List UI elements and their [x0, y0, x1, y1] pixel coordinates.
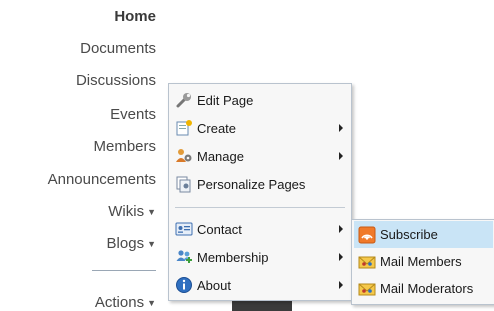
menu-item-mail-members[interactable]: Mail Members — [354, 248, 493, 275]
menu-item-subscribe[interactable]: Subscribe — [354, 221, 493, 248]
menu-item-label: Edit Page — [197, 92, 254, 108]
contact-card-icon — [175, 222, 193, 236]
nav-label: Events — [110, 106, 156, 123]
create-page-icon — [176, 120, 192, 136]
nav-item-members[interactable]: Members — [93, 138, 156, 155]
info-icon — [176, 277, 192, 293]
personalize-pages-icon — [176, 176, 191, 193]
nav-label: Actions — [94, 294, 145, 311]
nav-label: Wikis — [108, 203, 145, 220]
nav-label: Announcements — [47, 171, 156, 188]
menu-item-label: Mail Members — [380, 254, 462, 269]
nav-label: Blogs — [106, 235, 145, 252]
chevron-right-icon — [339, 225, 343, 233]
nav-label: Members — [93, 138, 156, 155]
menu-item-label: Create — [197, 120, 237, 136]
menu-item-edit-page[interactable]: Edit Page — [171, 87, 349, 113]
chevron-down-icon: ▼ — [147, 238, 156, 249]
envelope-icon — [358, 283, 376, 295]
nav-divider — [92, 270, 156, 271]
chevron-down-icon: ▼ — [147, 297, 156, 308]
menu-item-contact[interactable]: Contact — [171, 216, 349, 242]
nav-item-actions[interactable]: Actions ▼ — [95, 294, 156, 311]
menu-item-label: Contact — [197, 221, 242, 237]
chevron-right-icon — [339, 281, 343, 289]
menu-item-label: Subscribe — [380, 227, 438, 242]
chevron-right-icon — [339, 152, 343, 160]
rss-feed-icon — [358, 226, 376, 243]
menu-item-create[interactable]: Create — [171, 115, 349, 141]
nav-item-events[interactable]: Events — [110, 106, 156, 123]
menu-item-manage[interactable]: Manage — [171, 143, 349, 169]
contact-submenu: Subscribe Mail Members Mail Moderators — [351, 219, 494, 305]
envelope-icon — [358, 256, 376, 268]
nav-item-wikis[interactable]: Wikis ▼ — [108, 203, 156, 220]
menu-item-personalize-pages[interactable]: Personalize Pages — [171, 171, 349, 197]
nav-label: Home — [114, 8, 156, 25]
manage-users-icon — [176, 149, 192, 162]
nav-item-discussions[interactable]: Discussions — [76, 72, 156, 89]
menu-item-label: Manage — [197, 148, 244, 164]
menu-item-about[interactable]: About — [171, 272, 349, 298]
nav-item-announcements[interactable]: Announcements — [48, 171, 156, 188]
membership-icon — [176, 250, 192, 263]
nav-label: Discussions — [75, 72, 156, 89]
chevron-right-icon — [339, 253, 343, 261]
context-menu: Edit Page Create Manage Personalize Page… — [168, 83, 352, 301]
chevron-down-icon: ▼ — [147, 206, 156, 217]
nav-item-home[interactable]: Home — [114, 8, 156, 25]
nav-item-documents[interactable]: Documents — [80, 40, 156, 57]
menu-item-label: Mail Moderators — [380, 281, 474, 296]
menu-item-membership[interactable]: Membership — [171, 244, 349, 270]
nav-item-blogs[interactable]: Blogs ▼ — [107, 235, 156, 252]
menu-divider — [175, 207, 345, 208]
menu-item-mail-moderators[interactable]: Mail Moderators — [354, 275, 493, 302]
chevron-right-icon — [339, 124, 343, 132]
menu-item-label: Membership — [197, 249, 269, 265]
wrench-icon — [176, 93, 191, 108]
menu-item-label: About — [197, 277, 231, 293]
menu-item-label: Personalize Pages — [197, 176, 306, 192]
nav-label: Documents — [80, 40, 156, 57]
